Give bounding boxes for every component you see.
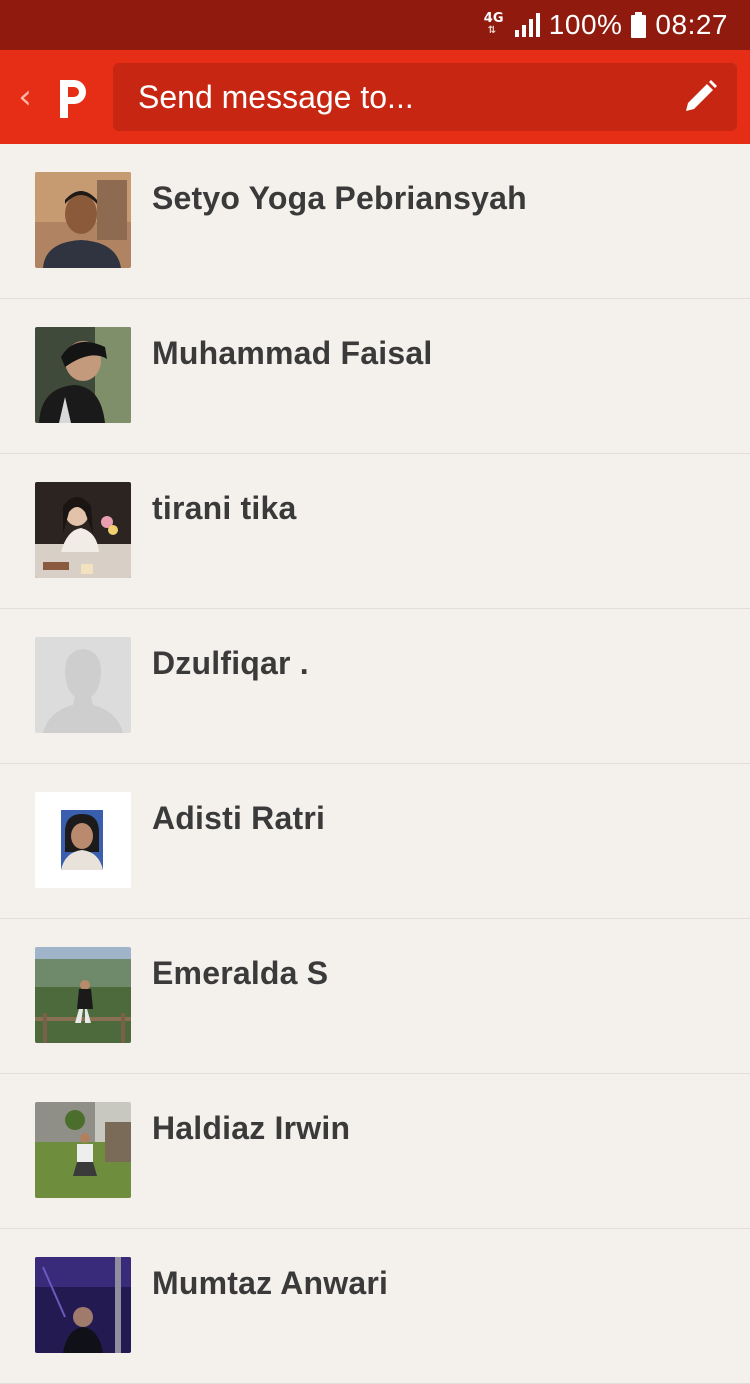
contact-row[interactable]: tirani tika bbox=[0, 454, 750, 609]
contact-name: Haldiaz Irwin bbox=[152, 1110, 351, 1146]
contact-name: Dzulfiqar . bbox=[152, 645, 309, 681]
contact-name: Mumtaz Anwari bbox=[152, 1265, 389, 1301]
signal-strength-icon bbox=[514, 13, 540, 37]
contact-name: Adisti Ratri bbox=[152, 800, 326, 836]
chevron-left-icon: ‹ bbox=[18, 77, 32, 117]
avatar bbox=[35, 1257, 131, 1353]
contact-list: Setyo Yoga Pebriansyah Muhammad Faisal t… bbox=[0, 144, 750, 1384]
status-bar: 4G ⇅ 100% 08:27 bbox=[0, 0, 750, 50]
default-avatar-icon bbox=[35, 637, 131, 733]
battery-percent: 100% bbox=[548, 9, 623, 40]
contact-row[interactable]: Mumtaz Anwari bbox=[0, 1229, 750, 1384]
battery-icon bbox=[631, 12, 647, 38]
network-label: 4G bbox=[483, 11, 504, 26]
contact-name: Emeralda S bbox=[152, 955, 329, 991]
avatar bbox=[35, 327, 131, 423]
avatar bbox=[35, 1102, 131, 1198]
network-4g-icon: 4G ⇅ bbox=[484, 12, 506, 38]
avatar bbox=[35, 792, 131, 888]
avatar bbox=[35, 482, 131, 578]
pencil-icon[interactable] bbox=[681, 78, 719, 116]
search-placeholder: Send message to... bbox=[138, 79, 414, 115]
contact-name: tirani tika bbox=[152, 490, 297, 526]
contact-row[interactable]: Dzulfiqar . bbox=[0, 609, 750, 764]
pinterest-logo-icon[interactable] bbox=[46, 74, 94, 122]
status-indicators: 4G ⇅ 100% 08:27 bbox=[484, 0, 728, 50]
back-button[interactable]: ‹ bbox=[10, 77, 40, 117]
avatar bbox=[35, 172, 131, 268]
contact-name: Setyo Yoga Pebriansyah bbox=[152, 180, 527, 216]
data-arrows-icon: ⇅ bbox=[487, 25, 497, 36]
recipient-search-input[interactable]: Send message to... bbox=[113, 63, 737, 131]
contact-name: Muhammad Faisal bbox=[152, 335, 433, 371]
contact-row[interactable]: Emeralda S bbox=[0, 919, 750, 1074]
contact-row[interactable]: Setyo Yoga Pebriansyah bbox=[0, 144, 750, 299]
contact-row[interactable]: Haldiaz Irwin bbox=[0, 1074, 750, 1229]
contact-row[interactable]: Adisti Ratri bbox=[0, 764, 750, 919]
avatar bbox=[35, 947, 131, 1043]
app-bar: ‹ Send message to... bbox=[0, 50, 750, 144]
clock: 08:27 bbox=[655, 9, 728, 40]
contact-row[interactable]: Muhammad Faisal bbox=[0, 299, 750, 454]
